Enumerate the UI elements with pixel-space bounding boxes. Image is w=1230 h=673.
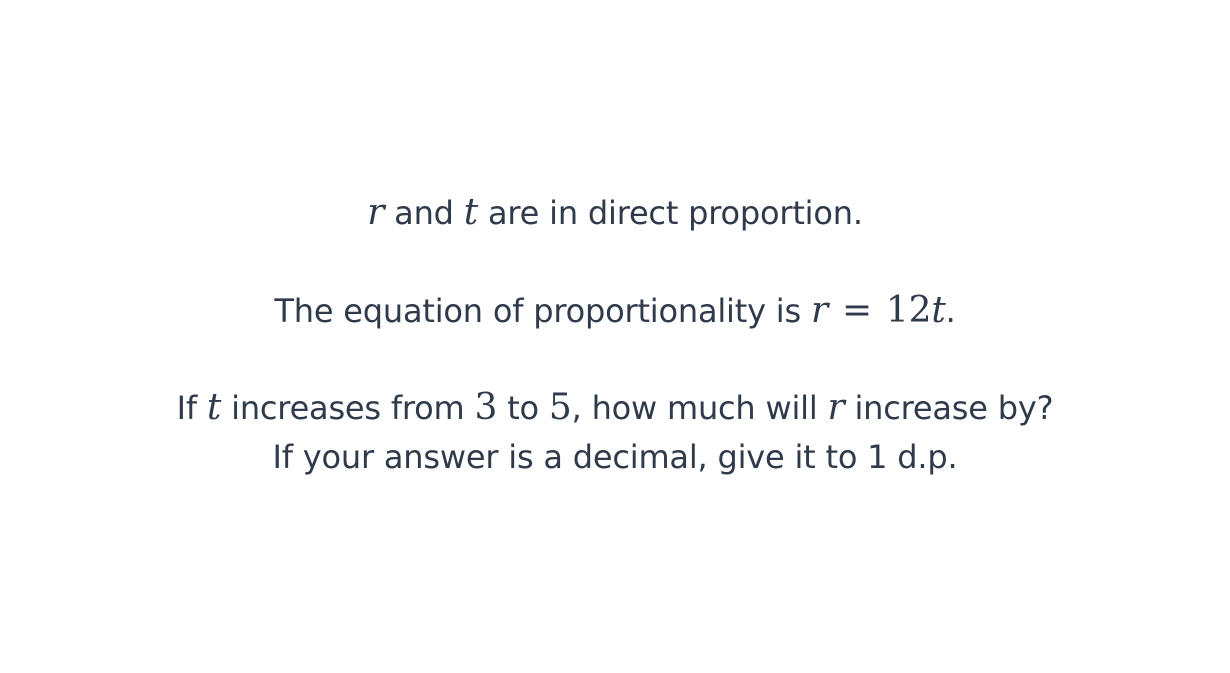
math-variable-r: r <box>367 192 385 233</box>
math-equals: = <box>841 290 872 331</box>
math-variable-r: r <box>810 290 828 331</box>
prompt-text: If <box>176 389 207 427</box>
math-variable-t: t <box>206 387 222 428</box>
proportion-statement: r and t are in direct proportion. <box>0 191 1230 235</box>
question-prompt: If t increases from 3 to 5, how much wil… <box>0 386 1230 430</box>
math-coefficient: 12 <box>885 290 932 331</box>
statement-text: The equation of proportionality is <box>274 292 811 330</box>
math-variable-t: t <box>463 192 479 233</box>
prompt-text: increases from <box>221 389 475 427</box>
question-card: r and t are in direct proportion. The eq… <box>0 0 1230 673</box>
prompt-text: increase by? <box>844 389 1054 427</box>
math-variable-r: r <box>827 387 845 428</box>
statement-text: and <box>384 194 464 232</box>
math-variable-t: t <box>931 290 946 331</box>
answer-instruction: If your answer is a decimal, give it to … <box>272 438 958 476</box>
prompt-text: to <box>497 389 549 427</box>
math-number-start: 3 <box>474 387 498 428</box>
prompt-text: , how much will <box>571 389 828 427</box>
math-number-end: 5 <box>548 387 572 428</box>
equation-statement: The equation of proportionality is r = 12t… <box>0 289 1230 333</box>
statement-text: are in direct proportion. <box>478 194 863 232</box>
statement-text: . <box>945 292 956 330</box>
